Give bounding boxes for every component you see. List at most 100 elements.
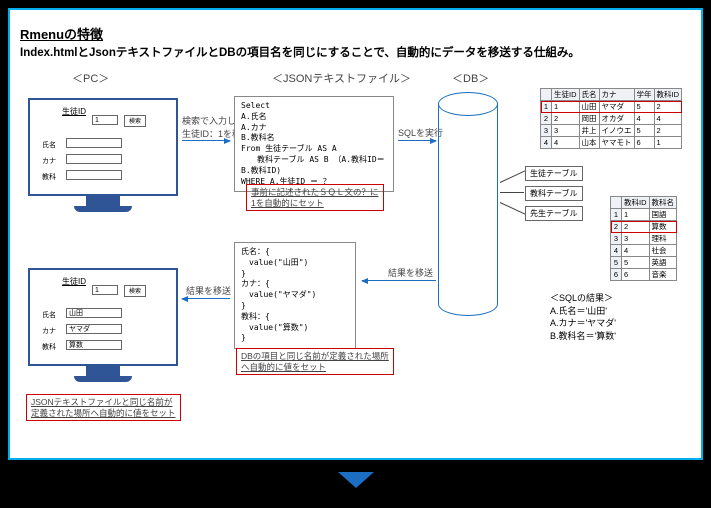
code-line: value("山田") — [241, 258, 349, 269]
cell: イノウエ — [599, 125, 634, 137]
table-header-row: 教科ID 教科名 — [611, 197, 677, 209]
field-input[interactable] — [66, 170, 122, 180]
column-label-db: ＜DB＞ — [452, 70, 489, 86]
cell: 音楽 — [649, 269, 677, 281]
cell: 4 — [622, 245, 650, 257]
code-line: 教科：{ — [241, 312, 349, 323]
field-input[interactable]: 山田 — [66, 308, 122, 318]
table-button-subjects[interactable]: 教科テーブル — [525, 186, 583, 201]
cell: 3 — [552, 125, 580, 137]
cylinder-top — [438, 92, 498, 116]
field-input[interactable]: ヤマダ — [66, 324, 122, 334]
connector — [500, 202, 526, 215]
search-button[interactable]: 検索 — [124, 115, 146, 127]
code-line: } — [241, 269, 349, 280]
cell: 6 — [634, 137, 654, 149]
blank — [541, 89, 552, 101]
table-row: 66音楽 — [611, 269, 677, 281]
field-input[interactable] — [66, 138, 122, 148]
table-button-students[interactable]: 生徒テーブル — [525, 166, 583, 181]
table-row: 44社会 — [611, 245, 677, 257]
field-label: 氏名 — [42, 310, 56, 320]
cell: 2 — [552, 113, 580, 125]
cell: 5 — [622, 257, 650, 269]
search-input[interactable]: 1 — [92, 285, 118, 295]
code-line: value("ヤマダ") — [241, 290, 349, 301]
column-label-pc: ＜PC＞ — [72, 70, 109, 86]
cell: ヤマモト — [599, 137, 634, 149]
table-row: 11山田ヤマダ52 — [541, 101, 682, 113]
form-header: 生徒ID — [62, 106, 86, 117]
code-line: カナ：{ — [241, 279, 349, 290]
pc-screen-1: 生徒ID 1 検索 氏名 カナ 教科 — [28, 98, 178, 196]
col-header: 教科ID — [654, 89, 682, 101]
cell: 4 — [634, 113, 654, 125]
slide-subtitle: Index.htmlとJsonテキストファイルとDBの項目名を同じにすることで、… — [20, 44, 580, 60]
cell: 5 — [634, 101, 654, 113]
sql-result: ＜SQLの結果＞ A.氏名＝'山田' A.カナ＝'ヤマダ' B.教科名＝'算数' — [550, 292, 616, 342]
table-row: 22岡田オカダ44 — [541, 113, 682, 125]
table-row: 33井上イノウエ52 — [541, 125, 682, 137]
subjects-table: 教科ID 教科名 11国語 22算数 33理科 44社会 55英語 66音楽 — [610, 196, 677, 281]
code-line: A.カナ — [241, 123, 387, 134]
field-label: カナ — [42, 156, 56, 166]
sql-result-line: B.教科名＝'算数' — [550, 330, 616, 343]
code-line: 教科テーブル AS B （A.教科ID＝B.教科ID) — [241, 155, 387, 177]
cell: 1 — [622, 209, 650, 221]
note-1: 事前に記述されたＳＱＬ文の？に 1を自動的にセット — [246, 184, 384, 211]
col-header: 生徒ID — [552, 89, 580, 101]
cell: 5 — [634, 125, 654, 137]
connector — [500, 192, 524, 193]
arrow-4-label: 結果を移送 — [186, 284, 231, 297]
table-button-teachers[interactable]: 先生テーブル — [525, 206, 583, 221]
table-row: 44山本ヤマモト61 — [541, 137, 682, 149]
cell: 英語 — [649, 257, 677, 269]
field-input[interactable] — [66, 154, 122, 164]
pc-monitor-2: 生徒ID 1 検索 氏名 山田 カナ ヤマダ 教科 算数 — [28, 268, 178, 382]
sql-result-head: ＜SQLの結果＞ — [550, 292, 616, 305]
arrow-3 — [362, 280, 436, 281]
pc-monitor-1: 生徒ID 1 検索 氏名 カナ 教科 — [28, 98, 178, 212]
search-input[interactable]: 1 — [92, 115, 118, 125]
arrow-3-label: 結果を移送 — [388, 266, 433, 279]
table-row: 11国語 — [611, 209, 677, 221]
form-header: 生徒ID — [62, 276, 86, 287]
cell: 2 — [622, 221, 650, 233]
cylinder-body — [438, 104, 498, 316]
cell: 国語 — [649, 209, 677, 221]
monitor-stand — [86, 196, 120, 206]
cell: 4 — [654, 113, 682, 125]
cell: 2 — [654, 101, 682, 113]
monitor-base — [74, 376, 132, 382]
field-input[interactable]: 算数 — [66, 340, 122, 350]
cell: 理科 — [649, 233, 677, 245]
code-line: B.教科名 — [241, 133, 387, 144]
triangle-icon — [338, 472, 374, 488]
sql-box: Select A.氏名 A.カナ B.教科名 From 生徒テーブル AS A … — [234, 96, 394, 192]
search-button[interactable]: 検索 — [124, 285, 146, 297]
cell: 井上 — [579, 125, 599, 137]
note-3: JSONテキストファイルと同じ名前が 定義された場所へ自動的に値をセット — [26, 394, 181, 421]
cell: 山田 — [579, 101, 599, 113]
code-line: } — [241, 333, 349, 344]
code-line: A.氏名 — [241, 112, 387, 123]
table-row: 55英語 — [611, 257, 677, 269]
cell: ヤマダ — [599, 101, 634, 113]
code-line: 氏名：{ — [241, 247, 349, 258]
cell: 1 — [552, 101, 580, 113]
field-label: 教科 — [42, 172, 56, 182]
field-label: カナ — [42, 326, 56, 336]
blank — [611, 197, 622, 209]
code-line: } — [241, 301, 349, 312]
cell: 6 — [622, 269, 650, 281]
json-box: 氏名：{ value("山田") } カナ：{ value("ヤマダ") } 教… — [234, 242, 356, 349]
monitor-stand — [86, 366, 120, 376]
sql-result-line: A.カナ＝'ヤマダ' — [550, 317, 616, 330]
arrow-1 — [182, 140, 230, 141]
code-line: Select — [241, 101, 387, 112]
connector — [500, 170, 526, 183]
pc-screen-2: 生徒ID 1 検索 氏名 山田 カナ ヤマダ 教科 算数 — [28, 268, 178, 366]
table-row: 33理科 — [611, 233, 677, 245]
cell: オカダ — [599, 113, 634, 125]
code-line: From 生徒テーブル AS A — [241, 144, 387, 155]
